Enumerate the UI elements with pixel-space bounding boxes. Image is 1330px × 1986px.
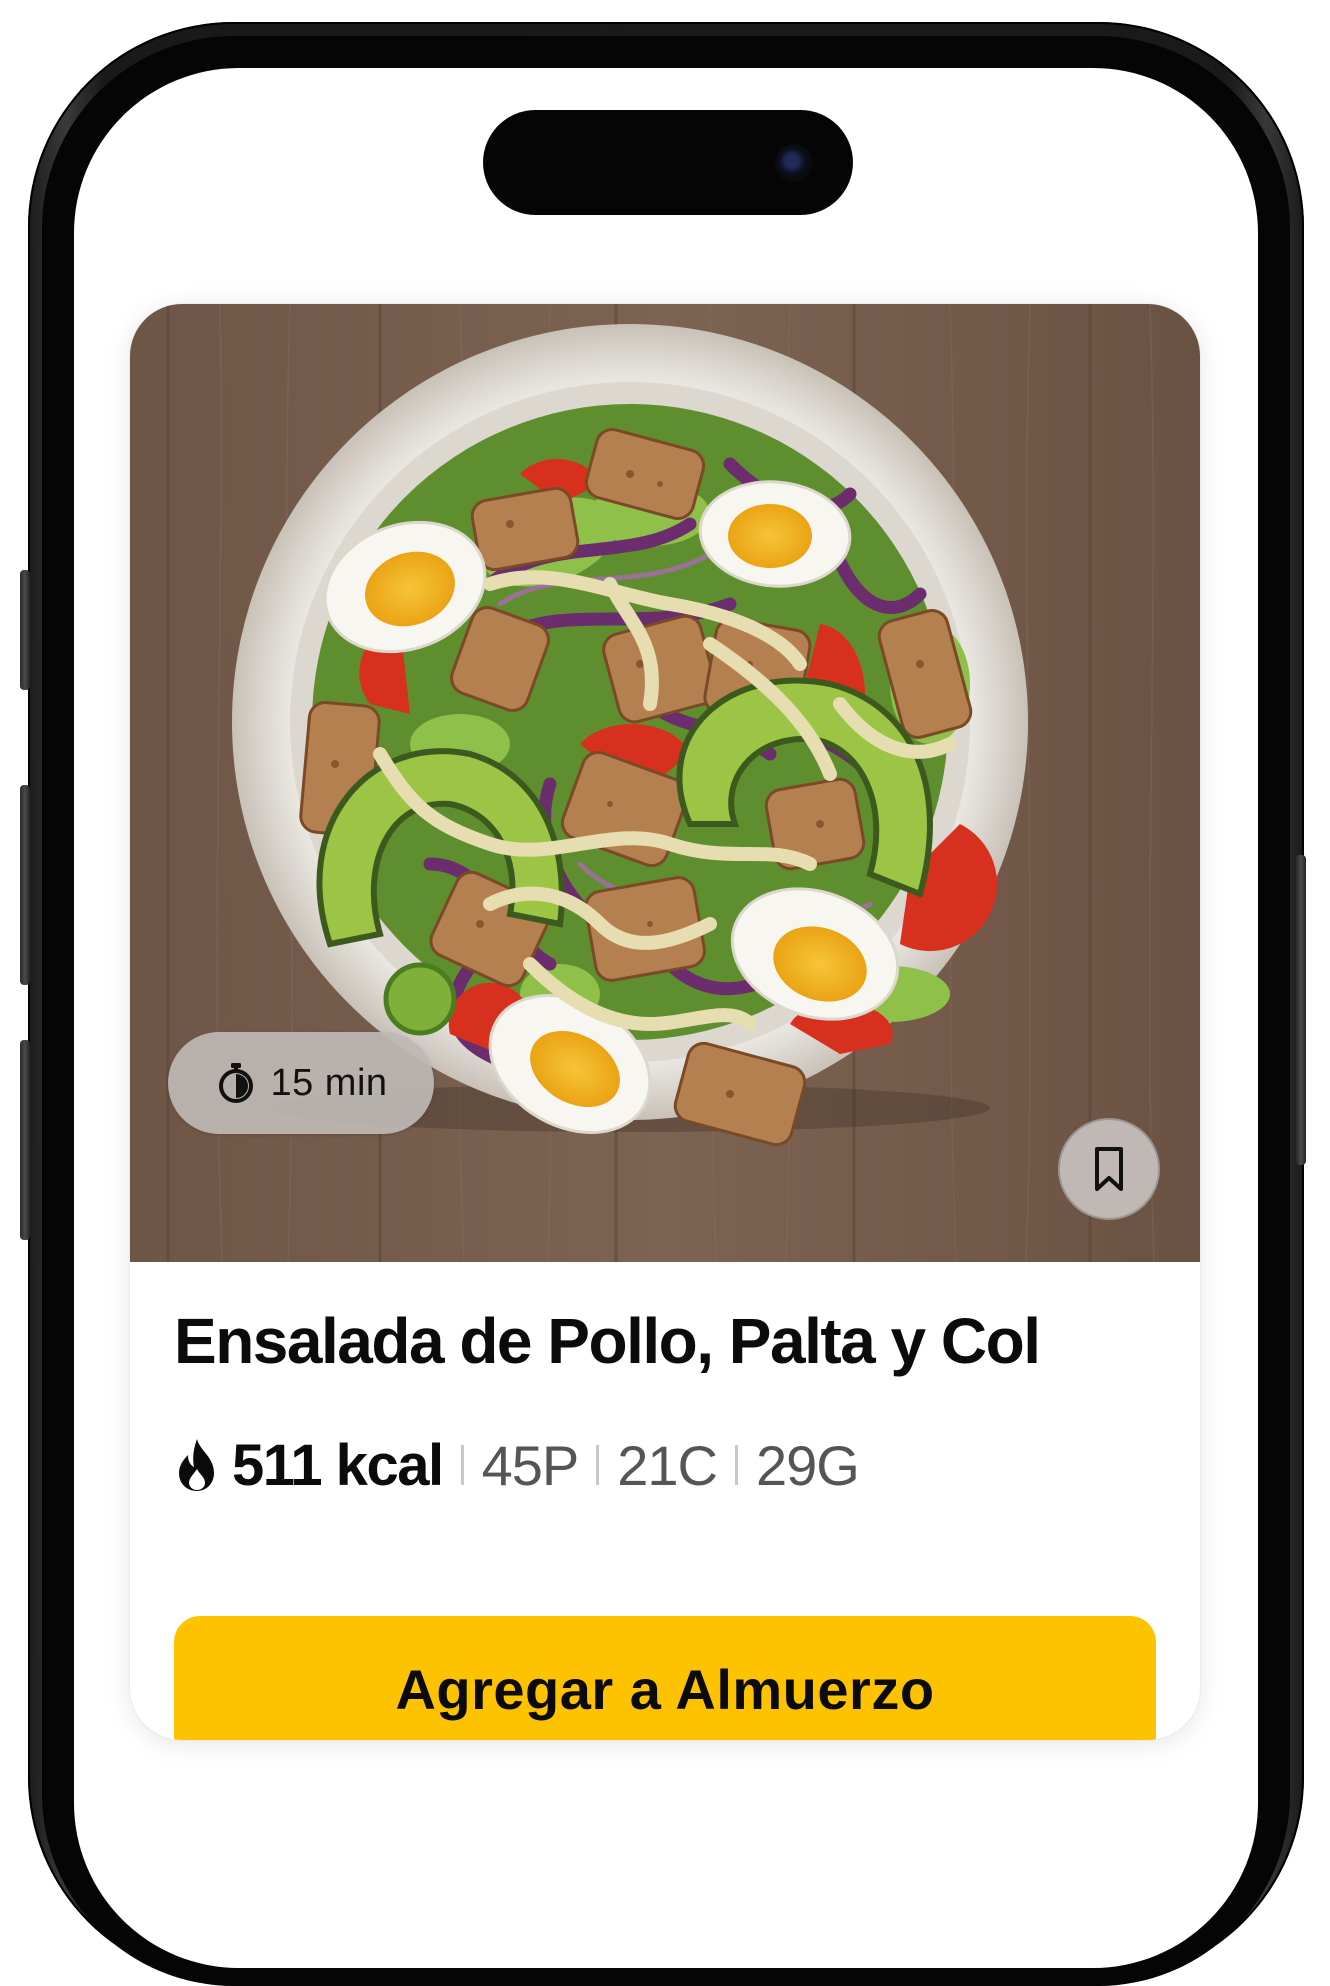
power-button	[1296, 855, 1306, 1165]
fat-value: 29G	[755, 1433, 860, 1497]
bookmark-icon	[1095, 1147, 1123, 1191]
carbs-value: 21C	[617, 1433, 718, 1497]
camera-icon	[775, 144, 813, 182]
nutrition-row: 511 kcal 45P 21C 29G	[174, 1426, 860, 1504]
stopwatch-icon	[219, 1063, 254, 1103]
flame-icon	[179, 1439, 214, 1491]
recipe-card[interactable]: 15 min Ensalada de Pollo, Palta y Col 51…	[130, 304, 1200, 1740]
action-button	[20, 570, 30, 690]
divider	[596, 1445, 600, 1485]
divider	[460, 1445, 464, 1485]
prep-time-badge: 15 min	[168, 1032, 434, 1134]
divider	[734, 1445, 738, 1485]
screen: 15 min Ensalada de Pollo, Palta y Col 51…	[74, 68, 1258, 1968]
calories-value: 511 kcal	[232, 1432, 444, 1498]
volume-up-button	[20, 785, 30, 985]
add-to-lunch-button[interactable]: Agregar a Almuerzo	[174, 1616, 1156, 1740]
protein-value: 45P	[481, 1433, 580, 1497]
volume-down-button	[20, 1040, 30, 1240]
recipe-title: Ensalada de Pollo, Palta y Col	[174, 1305, 1041, 1377]
bookmark-button[interactable]	[1058, 1118, 1160, 1220]
prep-time-text: 15 min	[270, 1061, 388, 1104]
dynamic-island	[483, 110, 853, 215]
